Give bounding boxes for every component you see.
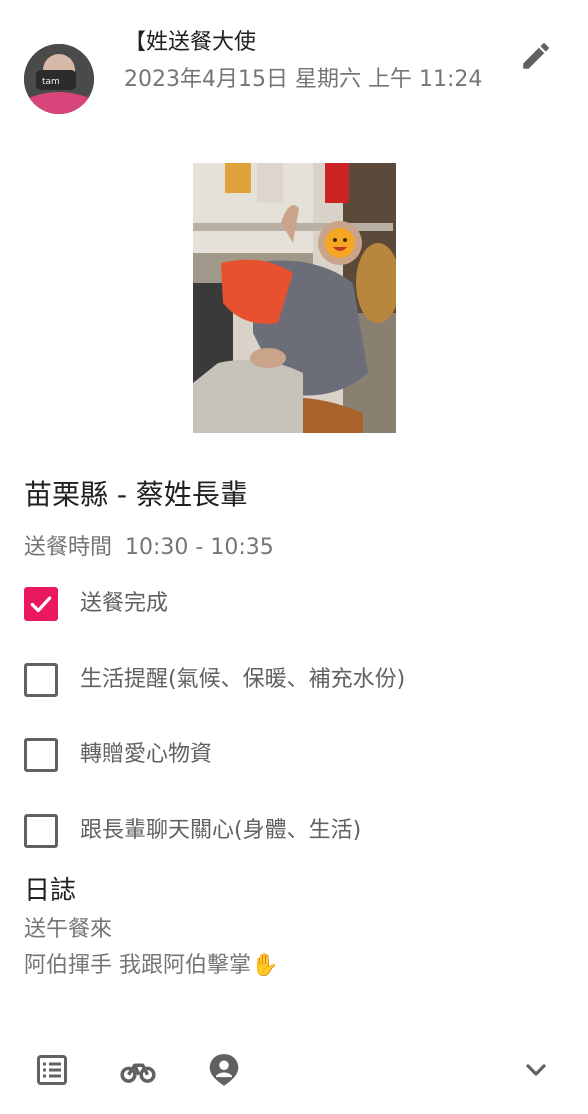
post-detail: tam 【姓送餐大使 2023年4月15日 星期六 上午 11:24 苗栗縣 -… [0, 0, 588, 1114]
checkbox[interactable] [24, 663, 58, 697]
elder-profile-button[interactable] [204, 1050, 244, 1090]
expand-button[interactable] [516, 1050, 556, 1090]
journal-line: 阿伯揮手 我跟阿伯擊掌✋ [24, 953, 279, 978]
author-name: 【姓送餐大使 [124, 30, 257, 55]
delivery-photo[interactable] [193, 163, 396, 433]
checklist-item-chat[interactable]: 跟長輩聊天關心(身體、生活) [24, 811, 564, 851]
avatar[interactable]: tam [24, 44, 94, 114]
person-pin-icon [209, 1054, 239, 1086]
checklist-item-delivered[interactable]: 送餐完成 [24, 584, 564, 624]
journal-title: 日誌 [24, 876, 77, 906]
delivery-button[interactable] [118, 1050, 158, 1090]
checklist-label: 送餐完成 [80, 591, 169, 616]
delivery-time: 送餐時間 10:30 - 10:35 [24, 532, 564, 564]
list-button[interactable] [32, 1050, 72, 1090]
checkbox[interactable] [24, 814, 58, 848]
bicycle-icon [120, 1063, 156, 1083]
checklist-label: 生活提醒(氣候、保暖、補充水份) [80, 667, 406, 692]
checklist-label: 轉贈愛心物資 [80, 742, 213, 767]
list-icon [37, 1055, 67, 1085]
journal-line: 送午餐來 [24, 917, 113, 942]
post-datetime: 2023年4月15日 星期六 上午 11:24 [124, 67, 483, 92]
photo-image [193, 163, 396, 433]
svg-text:tam: tam [42, 77, 60, 87]
pencil-icon [523, 43, 549, 69]
check-icon [30, 596, 52, 613]
chevron-down-icon [526, 1064, 546, 1076]
delivery-time-label: 送餐時間 [24, 535, 113, 560]
checkbox[interactable] [24, 738, 58, 772]
avatar-image: tam [24, 44, 94, 114]
checklist-item-life-reminder[interactable]: 生活提醒(氣候、保暖、補充水份) [24, 660, 564, 700]
checklist-item-donation[interactable]: 轉贈愛心物資 [24, 735, 564, 775]
checkbox-checked[interactable] [24, 587, 58, 621]
delivery-time-value: 10:30 - 10:35 [125, 535, 274, 560]
elder-title: 苗栗縣 - 蔡姓長輩 [24, 478, 248, 511]
edit-button[interactable] [516, 36, 556, 76]
checklist-label: 跟長輩聊天關心(身體、生活) [80, 818, 362, 843]
